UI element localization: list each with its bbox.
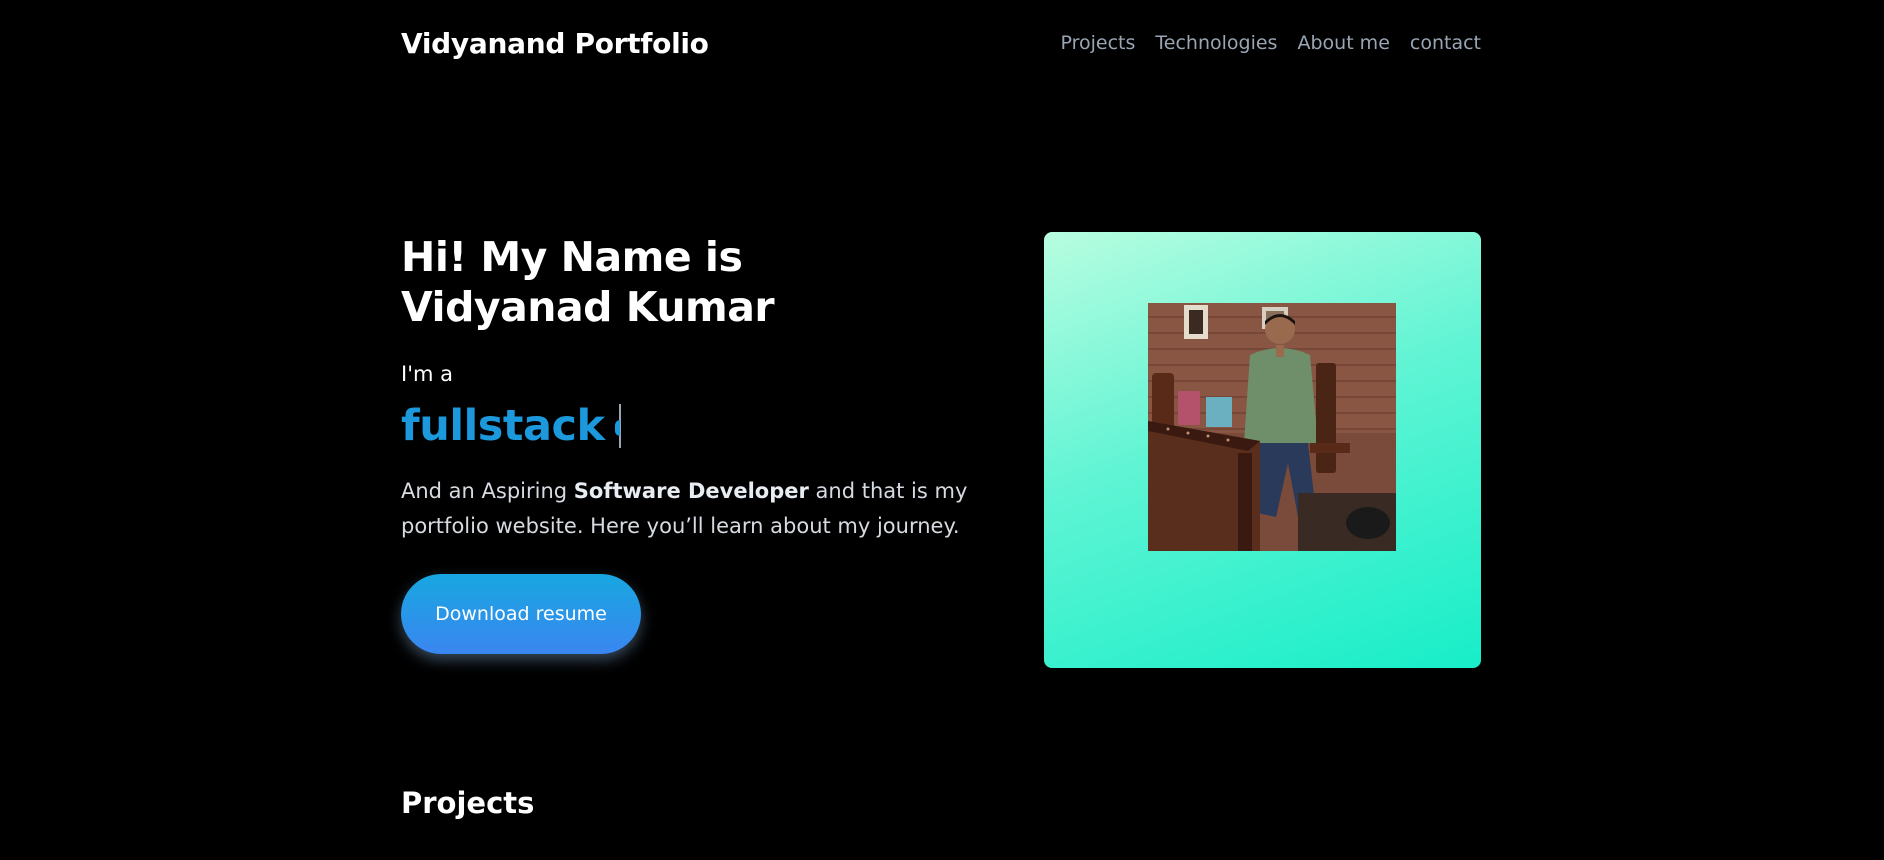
portrait-photo-icon xyxy=(1148,303,1396,551)
hero-name: Vidyanad Kumar xyxy=(401,283,775,331)
nav-link-contact[interactable]: contact xyxy=(1410,32,1481,54)
description-highlight: Software Developer xyxy=(573,479,809,503)
nav-link-about[interactable]: About me xyxy=(1297,32,1389,54)
description-prefix: And an Aspiring xyxy=(401,479,574,503)
site-header: Vidyanand Portfolio Projects Technologie… xyxy=(401,22,1481,64)
projects-section: Projects xyxy=(401,786,1481,820)
typing-role: fullstack xyxy=(401,400,1041,452)
typing-cursor xyxy=(614,404,621,448)
portfolio-page: Vidyanand Portfolio Projects Technologie… xyxy=(0,0,1884,860)
hero-description: And an Aspiring Software Developer and t… xyxy=(401,474,1041,544)
download-resume-button[interactable]: Download resume xyxy=(401,574,641,654)
hero-title: Hi! My Name is Vidyanad Kumar xyxy=(401,232,1041,332)
role-text: fullstack xyxy=(401,401,605,451)
hero-text: Hi! My Name is Vidyanad Kumar I'm a full… xyxy=(401,232,1041,654)
hero-greeting: Hi! My Name is xyxy=(401,233,743,281)
main-nav: Projects Technologies About me contact xyxy=(1061,32,1482,54)
nav-link-projects[interactable]: Projects xyxy=(1061,32,1136,54)
intro-text: I'm a xyxy=(401,362,453,386)
projects-heading: Projects xyxy=(401,786,535,820)
nav-link-technologies[interactable]: Technologies xyxy=(1155,32,1277,54)
brand-logo[interactable]: Vidyanand Portfolio xyxy=(401,27,709,60)
profile-card xyxy=(1044,232,1481,668)
hero-section: Hi! My Name is Vidyanad Kumar I'm a full… xyxy=(401,232,1481,668)
